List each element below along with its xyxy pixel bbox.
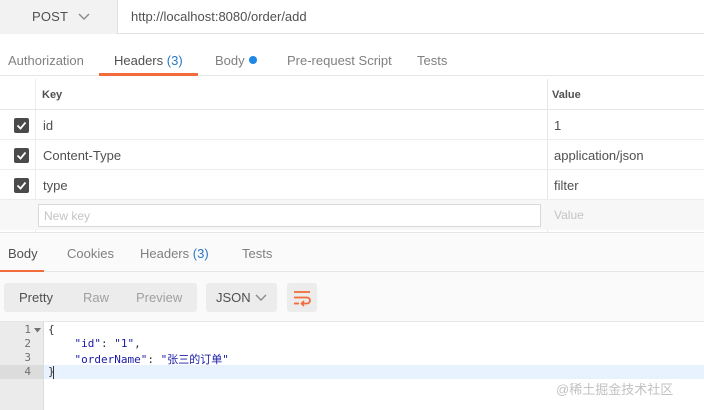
active-line-highlight bbox=[44, 365, 704, 379]
preview-button[interactable]: Preview bbox=[136, 290, 182, 305]
value-column-header: Value bbox=[552, 89, 581, 101]
json-separator: : bbox=[101, 337, 115, 350]
new-header-row: Value bbox=[0, 200, 704, 230]
json-key: "orderName" bbox=[74, 353, 148, 366]
text-cursor bbox=[53, 366, 54, 379]
request-tabs: Authorization Headers (3) Body Pre-reque… bbox=[0, 44, 704, 76]
body-indicator-dot bbox=[248, 56, 257, 64]
code-line: "orderName": "张三的订单" bbox=[48, 351, 229, 367]
line-number: 2 bbox=[24, 337, 31, 350]
table-row: Content-Type application/json bbox=[0, 140, 704, 170]
key-column-header: Key bbox=[42, 89, 63, 101]
format-select[interactable]: JSON bbox=[206, 283, 277, 312]
format-label: JSON bbox=[216, 290, 251, 305]
wrap-lines-button[interactable] bbox=[287, 283, 317, 312]
line-number-gutter: 1 2 3 4 bbox=[0, 322, 44, 410]
tab-response-tests[interactable]: Tests bbox=[242, 246, 272, 261]
request-url-bar: POST http://localhost:8080/order/add bbox=[0, 0, 704, 34]
active-tab-indicator bbox=[99, 73, 198, 76]
tab-prerequest-script[interactable]: Pre-request Script bbox=[287, 53, 392, 68]
json-separator: : bbox=[147, 353, 161, 366]
header-enabled-checkbox[interactable] bbox=[14, 178, 29, 193]
line-number: 4 bbox=[24, 365, 31, 378]
view-mode-segmented-control: Pretty Raw Preview bbox=[4, 283, 197, 312]
new-key-input[interactable] bbox=[38, 204, 541, 227]
code-line: { bbox=[48, 323, 55, 336]
table-header: Key Value bbox=[0, 79, 704, 110]
check-icon bbox=[16, 181, 27, 190]
json-value: "1" bbox=[114, 337, 135, 350]
tab-cookies[interactable]: Cookies bbox=[67, 246, 114, 261]
check-icon bbox=[16, 151, 27, 160]
tab-headers-label: Headers bbox=[114, 53, 164, 68]
new-value-input[interactable]: Value bbox=[554, 208, 584, 222]
tab-response-headers-label: Headers bbox=[140, 246, 190, 261]
header-value[interactable]: filter bbox=[554, 178, 579, 193]
code-line: "id": "1", bbox=[48, 337, 141, 350]
tab-body-label: Body bbox=[215, 53, 245, 68]
line-number: 3 bbox=[24, 351, 31, 364]
fold-arrow-icon[interactable] bbox=[34, 328, 41, 333]
check-icon bbox=[16, 121, 27, 130]
tab-body[interactable]: Body bbox=[215, 53, 257, 68]
line-number: 1 bbox=[24, 323, 31, 336]
response-toolbar: Pretty Raw Preview JSON bbox=[0, 272, 704, 322]
pretty-button[interactable]: Pretty bbox=[19, 290, 53, 305]
headers-count-badge: (3) bbox=[166, 53, 183, 68]
header-value[interactable]: application/json bbox=[554, 148, 644, 163]
chevron-down-icon bbox=[78, 13, 90, 20]
json-key: "id" bbox=[74, 337, 102, 350]
chevron-down-icon bbox=[255, 294, 267, 301]
response-tabs: Body Cookies Headers (3) Tests bbox=[0, 232, 704, 273]
header-key[interactable]: Content-Type bbox=[43, 148, 121, 163]
tab-response-body[interactable]: Body bbox=[8, 246, 38, 261]
response-headers-count-badge: (3) bbox=[192, 246, 209, 261]
header-enabled-checkbox[interactable] bbox=[14, 148, 29, 163]
method-select[interactable]: POST bbox=[0, 0, 118, 34]
url-input[interactable]: http://localhost:8080/order/add bbox=[131, 9, 307, 24]
tab-response-headers[interactable]: Headers (3) bbox=[140, 246, 209, 261]
header-key[interactable]: type bbox=[43, 178, 68, 193]
raw-button[interactable]: Raw bbox=[83, 290, 109, 305]
table-row: type filter bbox=[0, 170, 704, 200]
header-value[interactable]: 1 bbox=[554, 118, 561, 133]
method-label: POST bbox=[32, 9, 69, 24]
tab-tests[interactable]: Tests bbox=[417, 53, 447, 68]
tab-authorization[interactable]: Authorization bbox=[8, 53, 84, 68]
json-value: "张三的订单" bbox=[160, 353, 229, 366]
tab-headers[interactable]: Headers (3) bbox=[114, 53, 183, 68]
json-comma: , bbox=[134, 337, 141, 350]
header-enabled-checkbox[interactable] bbox=[14, 118, 29, 133]
wrap-icon bbox=[294, 291, 311, 307]
watermark: @稀土掘金技术社区 bbox=[556, 382, 674, 397]
table-row: id 1 bbox=[0, 110, 704, 140]
header-key[interactable]: id bbox=[43, 118, 53, 133]
